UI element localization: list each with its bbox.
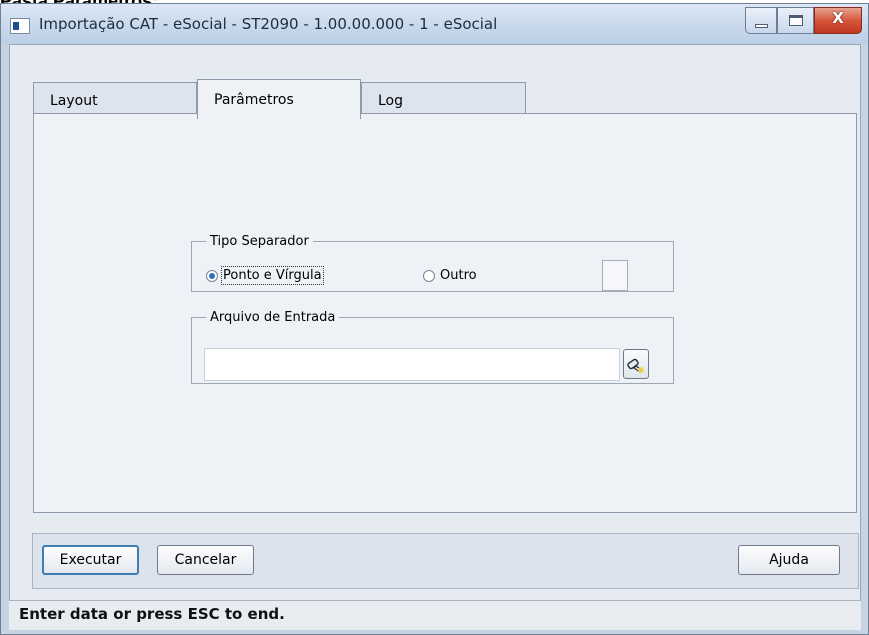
tab-panel-parametros: Tipo Separador Ponto e Vírgula Outro Arq… bbox=[33, 113, 857, 513]
status-bar: Enter data or press ESC to end. bbox=[9, 600, 861, 630]
radio-label: Outro bbox=[440, 268, 477, 283]
window-title: Importação CAT - eSocial - ST2090 - 1.00… bbox=[39, 15, 498, 33]
dialog-window: Importação CAT - eSocial - ST2090 - 1.00… bbox=[0, 3, 869, 635]
dialog-client-area: Layout Parâmetros Log Tipo Separador Pon… bbox=[9, 44, 861, 630]
radio-label: Ponto e Vírgula bbox=[221, 266, 324, 285]
maximize-icon bbox=[789, 15, 803, 26]
minimize-icon bbox=[755, 24, 768, 28]
arquivo-entrada-legend: Arquivo de Entrada bbox=[210, 310, 336, 325]
radio-outro[interactable]: Outro bbox=[423, 268, 477, 283]
radio-ponto-virgula[interactable]: Ponto e Vírgula bbox=[206, 266, 324, 285]
tab-label: Log bbox=[378, 93, 404, 109]
button-bar: Executar Cancelar Ajuda bbox=[32, 533, 859, 589]
title-bar[interactable]: Importação CAT - eSocial - ST2090 - 1.00… bbox=[1, 4, 868, 44]
outro-separator-input[interactable] bbox=[602, 260, 628, 291]
arquivo-entrada-input[interactable] bbox=[204, 348, 620, 381]
ajuda-button[interactable]: Ajuda bbox=[738, 545, 840, 575]
app-icon bbox=[10, 18, 30, 34]
tipo-separador-group: Tipo Separador Ponto e Vírgula Outro bbox=[191, 234, 674, 292]
maximize-button[interactable] bbox=[777, 7, 814, 34]
tab-parametros[interactable]: Parâmetros bbox=[197, 79, 361, 119]
flashlight-icon bbox=[627, 358, 644, 373]
radio-unselected-icon[interactable] bbox=[423, 269, 435, 282]
executar-button[interactable]: Executar bbox=[42, 545, 139, 575]
caption-buttons: X bbox=[745, 7, 862, 34]
cancelar-button[interactable]: Cancelar bbox=[157, 545, 254, 575]
tab-label: Parâmetros bbox=[214, 92, 294, 108]
minimize-button[interactable] bbox=[745, 7, 777, 34]
tipo-separador-legend: Tipo Separador bbox=[210, 234, 309, 249]
status-message: Enter data or press ESC to end. bbox=[19, 605, 285, 623]
arquivo-entrada-group: Arquivo de Entrada bbox=[191, 310, 674, 384]
tab-label: Layout bbox=[50, 93, 98, 109]
browse-file-button[interactable] bbox=[623, 349, 649, 379]
close-button[interactable]: X bbox=[814, 7, 862, 34]
radio-selected-icon[interactable] bbox=[206, 269, 218, 282]
close-icon: X bbox=[832, 9, 844, 27]
